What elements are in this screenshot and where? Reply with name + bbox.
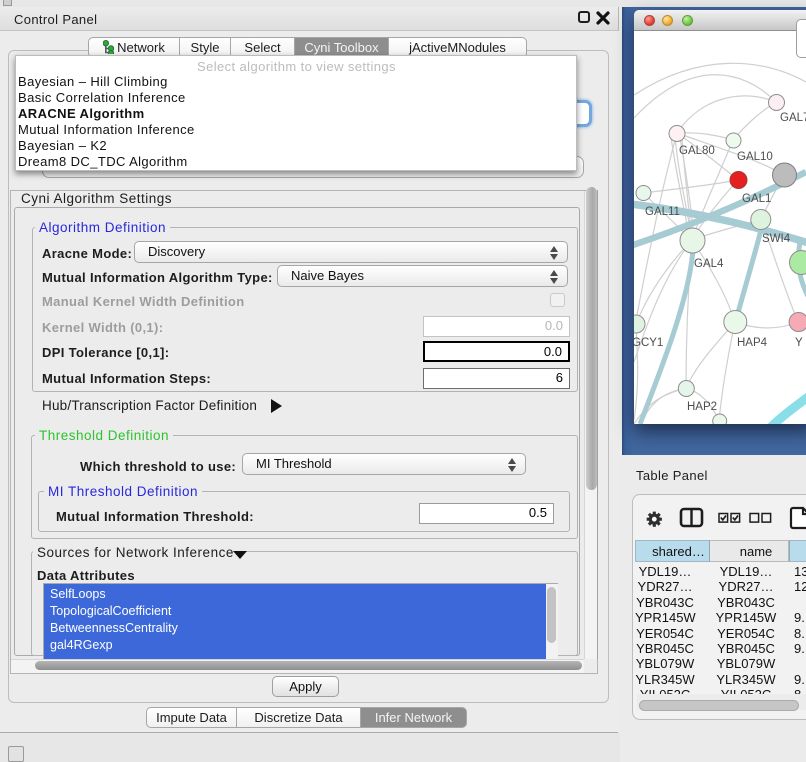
svg-text:Y: Y bbox=[795, 337, 803, 349]
svg-text:GAL7: GAL7 bbox=[780, 112, 806, 124]
svg-text:GAL1: GAL1 bbox=[742, 193, 771, 205]
svg-text:GAL10: GAL10 bbox=[737, 151, 773, 163]
svg-text:HAP2: HAP2 bbox=[687, 401, 717, 413]
svg-text:GAL4: GAL4 bbox=[694, 258, 724, 270]
svg-text:SWI4: SWI4 bbox=[762, 233, 791, 245]
svg-text:HAP4: HAP4 bbox=[737, 337, 768, 349]
svg-text:GAL80: GAL80 bbox=[679, 145, 715, 157]
svg-text:GCY1: GCY1 bbox=[634, 337, 663, 349]
svg-text:GAL11: GAL11 bbox=[645, 206, 680, 218]
